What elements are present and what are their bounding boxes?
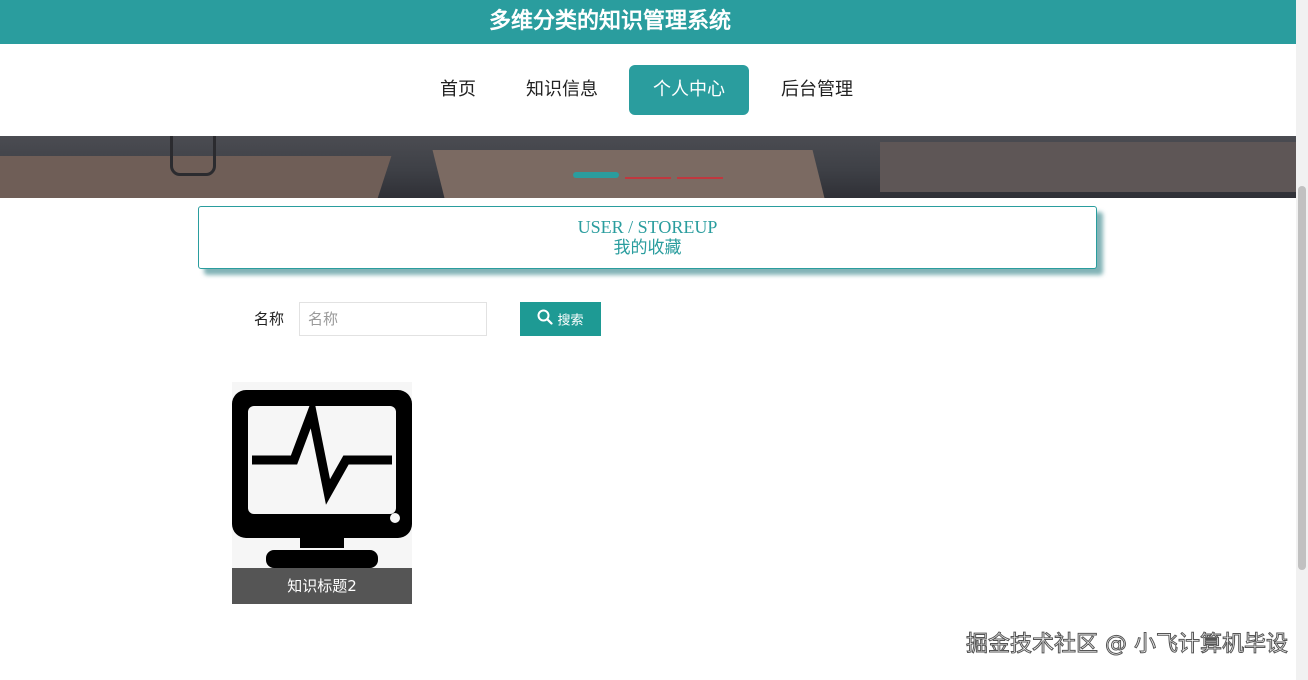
search-button-label: 搜索	[557, 313, 584, 329]
search-input[interactable]	[299, 302, 487, 336]
nav-item-home[interactable]: 首页	[426, 65, 490, 115]
nav-item-personal-center[interactable]: 个人中心	[629, 65, 749, 115]
search-label: 名称	[254, 310, 285, 328]
section-title-cn: 我的收藏	[613, 238, 682, 257]
search-icon	[537, 309, 554, 329]
nav-item-admin[interactable]: 后台管理	[768, 65, 866, 115]
favorite-item-card[interactable]: 知识标题2	[232, 382, 412, 604]
favorite-item-title: 知识标题2	[232, 568, 412, 604]
watermark-text: 掘金技术社区 @ 小飞计算机毕设	[966, 632, 1289, 658]
main-nav: 首页 知识信息 个人中心 后台管理	[0, 44, 1296, 136]
section-title-en: USER / STOREUP	[577, 217, 718, 237]
app-title: 多维分类的知识管理系统	[488, 9, 731, 34]
banner-image-desk	[880, 142, 1296, 192]
banner-image-chair	[170, 136, 216, 176]
banner-carousel	[0, 136, 1296, 198]
nav-item-knowledge-info[interactable]: 知识信息	[514, 65, 610, 115]
title-bar: 多维分类的知识管理系统	[0, 0, 1296, 44]
scrollbar-thumb[interactable]	[1298, 186, 1306, 570]
carousel-indicator[interactable]	[677, 177, 723, 179]
carousel-indicators	[573, 172, 733, 180]
carousel-indicator[interactable]	[625, 177, 671, 179]
carousel-indicator-active[interactable]	[573, 172, 619, 178]
search-button[interactable]: 搜索	[520, 302, 601, 336]
section-header: USER / STOREUP 我的收藏	[198, 206, 1097, 269]
page-scrollbar[interactable]	[1296, 0, 1308, 680]
monitor-heartbeat-icon	[232, 382, 412, 568]
